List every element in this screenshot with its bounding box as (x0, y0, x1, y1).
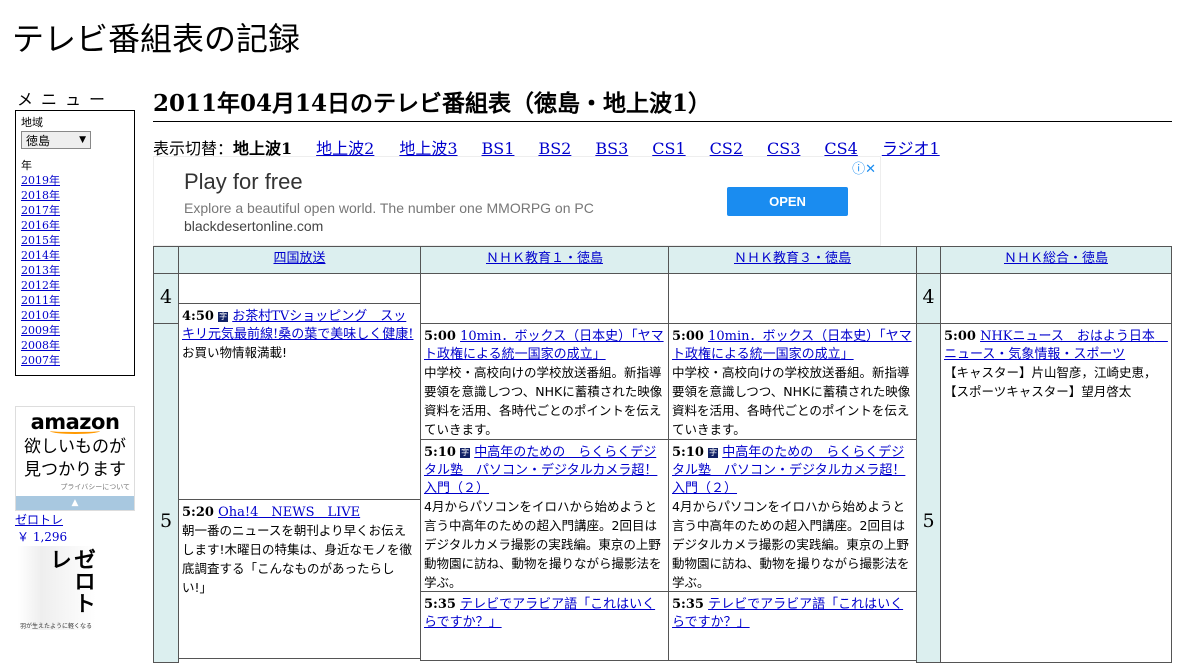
year-link[interactable]: 2014年 (21, 248, 129, 263)
year-list: 2019年 2018年 2017年 2016年 2015年 2014年 2013年 2012年… (21, 173, 129, 368)
year-link[interactable]: 2015年 (21, 233, 129, 248)
channel-header: ＮＨＫ教育３・徳島 (668, 246, 917, 274)
program-cell: 5:20 Oha!4 NEWS LIVE 朝一番のニュースを朝刊より早くお伝えしま… (178, 499, 421, 659)
program-time: 5:10 (424, 445, 456, 460)
year-link[interactable]: 2019年 (21, 173, 129, 188)
corner-cell (916, 246, 941, 274)
program-cell: 5:35 テレビでアラビア語「これはいくらですか？」 (668, 591, 917, 661)
program-description: 4月からパソコンをイロハから始めようと言う中高年のための超入門講座。2回目はデジ… (672, 499, 910, 590)
ad-url: blackdesertonline.com (184, 218, 324, 234)
privacy-link[interactable]: プライバシーについて (16, 482, 134, 492)
book-cover-title: ゼロトレ (46, 548, 95, 614)
amazon-logo: amazon (30, 410, 120, 434)
program-description: 【キャスター】片山智彦，江崎史恵，【スポーツキャスター】望月啓太 (944, 365, 1157, 399)
book-cover-image[interactable]: ゼロトレ 羽が生えたように軽くなる (18, 546, 96, 630)
program-cell: 5:10 字 中高年のための らくらくデジタル塾 パソコン・デジタルカメラ超！入… (420, 439, 669, 592)
empty-slot (940, 273, 1172, 324)
program-description: 4月からパソコンをイロハから始めようと言う中高年のための超入門講座。2回目はデジ… (424, 499, 662, 590)
channel-link[interactable]: ＮＨＫ教育１・徳島 (486, 251, 603, 266)
amazon-ad[interactable]: amazon 欲しいものが 見つかります プライバシーについて ▲ (15, 406, 135, 511)
year-link[interactable]: 2010年 (21, 308, 129, 323)
page-title: 2011年04月14日のテレビ番組表（徳島・地上波1） (153, 84, 1172, 122)
book-cover-subtitle: 羽が生えたように軽くなる (20, 623, 93, 630)
amazon-copy-1: 欲しいものが (24, 437, 126, 457)
ad-description: Explore a beautiful open world. The numb… (184, 200, 594, 216)
program-time: 5:00 (424, 329, 456, 344)
program-time: 5:00 (944, 329, 976, 344)
channel-link[interactable]: 四国放送 (273, 251, 325, 266)
data-broadcast-icon: 字 (708, 448, 719, 458)
empty-slot (668, 273, 917, 324)
program-grid: 四国放送 ＮＨＫ教育１・徳島 ＮＨＫ教育３・徳島 ＮＨＫ総合・徳島 4 5 4 … (153, 246, 1172, 663)
program-time: 5:35 (672, 597, 704, 612)
program-time: 5:35 (424, 597, 456, 612)
hour-cell: 5 (153, 323, 179, 663)
hour-cell: 4 (916, 273, 941, 324)
program-description: 中学校・高校向けの学校放送番組。新指導要領を意識しつつ、NHKに蓄積された映像資… (672, 365, 911, 437)
empty-slot (420, 273, 669, 324)
book-title-link[interactable]: ゼロトレ (15, 511, 63, 528)
program-title-link[interactable]: テレビでアラビア語「これはいくらですか？」 (424, 597, 655, 630)
amazon-copy-2: 見つかります (24, 460, 126, 480)
program-cell: 5:00 10min．ボックス（日本史）「ヤマト政権による統一国家の成立」 中学校… (668, 323, 917, 440)
hour-cell: 5 (916, 323, 941, 663)
data-broadcast-icon: 字 (460, 448, 471, 458)
program-title-link[interactable]: テレビでアラビア語「これはいくらですか？」 (672, 597, 903, 630)
program-title-link[interactable]: 10min．ボックス（日本史）「ヤマト政権による統一国家の成立」 (424, 329, 664, 362)
program-title-link[interactable]: Oha!4 NEWS LIVE (218, 505, 360, 520)
program-cell: 5:00 10min．ボックス（日本史）「ヤマト政権による統一国家の成立」 中学校… (420, 323, 669, 440)
program-title-link[interactable]: 中高年のための らくらくデジタル塾 パソコン・デジタルカメラ超！入門（２） (672, 445, 905, 496)
program-cell: 4:50 字 お茶村TVショッピング スッキリ元気最前線!桑の葉で美味しく健康!… (178, 303, 421, 500)
region-label: 地域 (21, 116, 43, 129)
year-link[interactable]: 2007年 (21, 353, 129, 368)
region-value: 徳島 (26, 133, 51, 148)
hour-cell: 4 (153, 273, 179, 324)
program-cell: 5:35 テレビでアラビア語「これはいくらですか？」 (420, 591, 669, 661)
program-time: 5:10 (672, 445, 704, 460)
program-title-link[interactable]: NHKニュース おはよう日本 ニュース・気象情報・スポーツ (944, 329, 1168, 362)
channel-link[interactable]: ＮＨＫ教育３・徳島 (734, 251, 851, 266)
channel-link[interactable]: ＮＨＫ総合・徳島 (1004, 251, 1108, 266)
data-broadcast-icon: 字 (218, 312, 229, 322)
year-link[interactable]: 2017年 (21, 203, 129, 218)
program-title-link[interactable]: 中高年のための らくらくデジタル塾 パソコン・デジタルカメラ超！入門（２） (424, 445, 657, 496)
corner-cell (153, 246, 179, 274)
empty-slot (178, 273, 421, 304)
program-cell: 5:10 字 中高年のための らくらくデジタル塾 パソコン・デジタルカメラ超！入… (668, 439, 917, 592)
program-description: 朝一番のニュースを朝刊より早くお伝えします!木曜日の特集は、身近なモノを徹底調査… (182, 523, 413, 595)
site-title: テレビ番組表の記録 (12, 20, 301, 58)
program-time: 4:50 (182, 309, 214, 324)
year-link[interactable]: 2008年 (21, 338, 129, 353)
chevron-down-icon: ▼ (79, 135, 86, 145)
channel-header: ＮＨＫ教育１・徳島 (420, 246, 669, 274)
program-title-link[interactable]: 10min．ボックス（日本史）「ヤマト政権による統一国家の成立」 (672, 329, 912, 362)
chevron-up-icon[interactable]: ▲ (16, 496, 134, 510)
switcher-link[interactable]: ラジオ1 (882, 139, 940, 158)
menu-panel: 地域 徳島 ▼ 年 2019年 2018年 2017年 2016年 2015年 2014年… (15, 110, 135, 376)
program-time: 5:00 (672, 329, 704, 344)
ad-headline: Play for free (184, 169, 303, 194)
year-link[interactable]: 2011年 (21, 293, 129, 308)
ad-open-button[interactable]: OPEN (727, 187, 848, 216)
year-link[interactable]: 2018年 (21, 188, 129, 203)
menu-heading: メニュー (17, 90, 114, 109)
display-ad[interactable]: Play for free Explore a beautiful open w… (153, 156, 881, 246)
channel-header: 四国放送 (178, 246, 421, 274)
channel-header: ＮＨＫ総合・徳島 (940, 246, 1172, 274)
program-cell: 5:00 NHKニュース おはよう日本 ニュース・気象情報・スポーツ 【キャスター… (940, 323, 1172, 663)
year-link[interactable]: 2009年 (21, 323, 129, 338)
program-description: お買い物情報満載! (182, 345, 288, 360)
ad-info-close-icon[interactable]: ⓘ✕ (852, 158, 876, 177)
book-price: ￥ 1,296 (17, 530, 68, 544)
region-select[interactable]: 徳島 ▼ (21, 131, 91, 149)
year-label: 年 (21, 159, 32, 172)
year-link[interactable]: 2016年 (21, 218, 129, 233)
year-link[interactable]: 2012年 (21, 278, 129, 293)
year-link[interactable]: 2013年 (21, 263, 129, 278)
program-time: 5:20 (182, 505, 214, 520)
program-description: 中学校・高校向けの学校放送番組。新指導要領を意識しつつ、NHKに蓄積された映像資… (424, 365, 663, 437)
program-title-link[interactable]: お茶村TVショッピング スッキリ元気最前線!桑の葉で美味しく健康! (182, 309, 413, 342)
